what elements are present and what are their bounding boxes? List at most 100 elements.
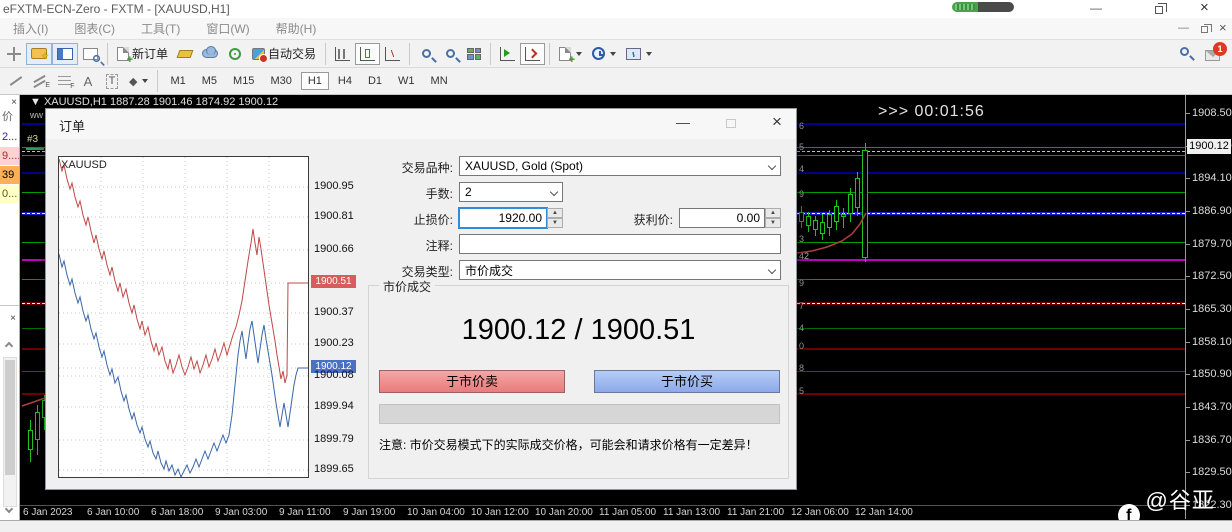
time-axis-label: 10 Jan 20:00 [535,507,593,518]
chart-line-fragment [26,148,44,150]
spin-down-icon[interactable]: ▼ [547,218,563,228]
history-center-button[interactable] [173,43,197,65]
market-watch-row[interactable]: 0... [0,185,19,203]
ask-price-badge: 1900.51 [311,275,356,288]
window-minimize-button[interactable]: — [1090,1,1102,15]
arrows-tool-button[interactable]: ◆ [124,70,153,92]
stop-loss-stepper[interactable]: ▲ ▼ [547,208,563,228]
panel-close-icon[interactable]: × [10,313,16,324]
timeframe-button-h4[interactable]: H4 [331,72,359,90]
new-order-button[interactable]: + 新订单 [112,43,173,65]
price-scale-tick [1185,407,1190,408]
indicators-button[interactable]: + [554,43,587,65]
market-watch-row[interactable]: 9.... [0,147,19,165]
time-axis-label: 11 Jan 21:00 [727,507,785,518]
chart-close-button[interactable]: × [1219,20,1227,35]
fibonacci-tool-button[interactable]: F [52,70,76,92]
scrollbar-thumb[interactable] [5,360,15,475]
chart-minimize-button[interactable]: — [1178,22,1189,34]
dialog-maximize-button[interactable] [726,119,736,128]
line-studies-toolbar: E F A T ◆ M1 M5 M15 M30 H1 H4 D1 W1 MN [0,68,1232,95]
spin-up-icon[interactable]: ▲ [547,208,563,218]
bar-chart-mode-button[interactable] [330,43,355,65]
zoom-out-button[interactable] [438,43,462,65]
price-scale-tick [1185,178,1190,179]
sell-by-market-button[interactable]: 于市价卖 [379,370,565,393]
order-type-select[interactable]: 市价成交 [459,260,781,280]
order-label-fragment: 7 [799,301,805,311]
zoom-in-button[interactable] [414,43,438,65]
menu-item[interactable]: 插入(I) [0,20,61,37]
comment-input[interactable] [459,234,781,254]
menu-bar: 插入(I) 图表(C) 工具(T) 窗口(W) 帮助(H) — × [0,18,1232,40]
symbol-select[interactable]: XAUUSD, Gold (Spot) [459,156,781,176]
dropdown-arrow-icon [610,51,617,56]
timeframe-button-m30[interactable]: M30 [263,72,298,90]
timeframe-button-m5[interactable]: M5 [195,72,224,90]
tile-windows-button[interactable] [462,43,486,65]
trendline-tool-button[interactable] [4,70,28,92]
notification-badge[interactable]: 1 [1213,42,1227,56]
price-scale-tick [1185,113,1190,114]
candle [841,214,846,217]
dialog-close-button[interactable]: × [772,112,782,132]
window-close-button[interactable]: × [1200,0,1209,16]
text-label-tool-button[interactable]: T [100,70,124,92]
stop-loss-input[interactable] [458,207,548,229]
timeframe-button-h1[interactable]: H1 [300,72,329,90]
market-watch-row[interactable]: 2... [0,128,19,146]
terminal-panel-button[interactable] [52,42,78,65]
strategy-tester-button[interactable] [78,43,103,65]
channel-tool-button[interactable]: E [28,70,52,92]
move-chart-button[interactable] [2,43,26,65]
candle [35,412,40,440]
periods-button[interactable] [587,43,621,65]
chart-shift-icon [525,46,541,61]
tester-icon [83,47,101,62]
dialog-minimize-button[interactable]: — [676,114,690,130]
line-chart-mode-button[interactable] [380,43,405,65]
take-profit-input[interactable] [679,208,765,228]
timeframe-button-mn[interactable]: MN [424,72,455,90]
menu-item[interactable]: 图表(C) [61,20,128,37]
price-scale-tick [1185,374,1190,375]
window-restore-button[interactable] [1155,3,1167,14]
search-icon[interactable] [1180,47,1189,56]
templates-button[interactable] [621,43,657,65]
volume-select[interactable]: 2 [459,182,563,202]
time-axis-label: 6 Jan 18:00 [151,507,204,518]
tick-chart-canvas [58,157,310,479]
take-profit-stepper[interactable]: ▲ ▼ [765,208,781,228]
tick-chart-symbol: XAUUSD [61,159,107,171]
market-watch-close-icon[interactable]: × [11,97,17,108]
market-watch-button[interactable] [26,42,52,65]
chart-shift-button[interactable] [520,42,546,65]
market-watch-row[interactable]: 39 [0,166,19,184]
scrollbar[interactable] [3,357,17,507]
candle [28,430,33,450]
timeframe-button-d1[interactable]: D1 [361,72,389,90]
menu-item[interactable]: 帮助(H) [263,20,330,37]
chart-restore-button[interactable] [1201,24,1212,33]
menu-item[interactable]: 工具(T) [128,20,193,37]
order-label-fragment: 8 [799,363,805,373]
spin-up-icon[interactable]: ▲ [765,208,781,218]
scroll-up-icon[interactable] [4,341,14,351]
menu-item[interactable]: 窗口(W) [193,20,262,37]
auto-scroll-button[interactable] [495,43,520,65]
timeframe-button-m15[interactable]: M15 [226,72,261,90]
candle [806,216,811,226]
tick-scale-label: 1899.79 [314,433,354,445]
text-tool-button[interactable]: A [76,70,100,92]
timeframe-button-w1[interactable]: W1 [391,72,422,90]
tick-line [58,253,310,479]
buy-by-market-button[interactable]: 于市价买 [594,370,780,393]
candlestick-mode-button[interactable] [355,42,381,65]
spin-down-icon[interactable]: ▼ [765,218,781,228]
mql5-community-button[interactable] [197,43,223,65]
timeframe-button-m1[interactable]: M1 [163,72,192,90]
dialog-title-bar[interactable]: 订单 — × [46,109,796,139]
autotrading-button[interactable]: 自动交易 [247,43,321,65]
web-request-button[interactable] [223,43,247,65]
cloud-icon [202,46,219,58]
